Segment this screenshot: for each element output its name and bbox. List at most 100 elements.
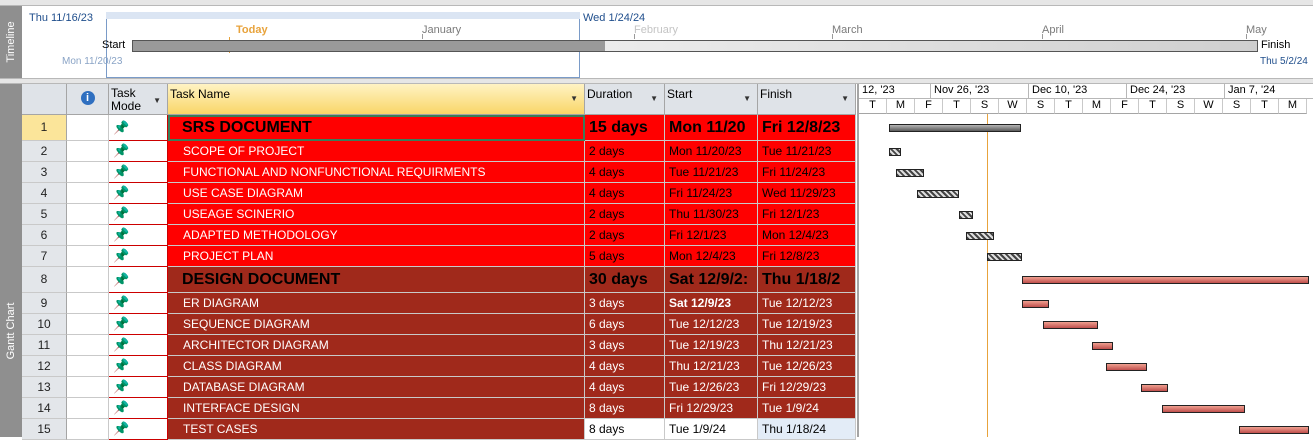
table-row[interactable]: 14 📌 INTERFACE DESIGN 8 days Fri 12/29/23 Tue… [22, 398, 856, 419]
row-number[interactable]: 4 [22, 183, 67, 204]
task-mode-header[interactable]: Task Mode ▼ [109, 84, 168, 115]
task-name-cell[interactable]: USEAGE SCINERIO [168, 204, 585, 225]
gantt-task-bar[interactable] [987, 253, 1022, 261]
task-finish-cell[interactable]: Fri 12/8/23 [758, 115, 856, 141]
gantt-summary-bar[interactable] [889, 124, 1021, 132]
gantt-task-bar[interactable] [1162, 405, 1245, 413]
task-mode-cell[interactable]: 📌 [109, 377, 168, 398]
row-number[interactable]: 7 [22, 246, 67, 267]
gantt-task-bar[interactable] [1239, 426, 1309, 434]
task-mode-cell[interactable]: 📌 [109, 246, 168, 267]
task-name-cell[interactable]: DATABASE DIAGRAM [168, 377, 585, 398]
task-name-cell[interactable]: PROJECT PLAN [168, 246, 585, 267]
indicator-cell[interactable] [67, 377, 109, 398]
gantt-summary-bar[interactable] [1022, 276, 1309, 284]
indicator-cell[interactable] [67, 293, 109, 314]
row-number[interactable]: 13 [22, 377, 67, 398]
table-row[interactable]: 2 📌 SCOPE OF PROJECT 2 days Mon 11/20/23 Tue … [22, 141, 856, 162]
indicator-cell[interactable] [67, 314, 109, 335]
table-row[interactable]: 9 📌 ER DIAGRAM 3 days Sat 12/9/23 Tue 12/12/2… [22, 293, 856, 314]
task-duration-cell[interactable]: 5 days [585, 246, 665, 267]
task-mode-cell[interactable]: 📌 [109, 314, 168, 335]
task-duration-cell[interactable]: 4 days [585, 356, 665, 377]
task-name-cell[interactable]: SCOPE OF PROJECT [168, 141, 585, 162]
indicator-cell[interactable] [67, 398, 109, 419]
gantt-task-bar[interactable] [896, 169, 924, 177]
indicator-cell[interactable] [67, 162, 109, 183]
task-name-cell[interactable]: SRS DOCUMENT [168, 115, 585, 141]
task-start-cell[interactable]: Tue 12/26/23 [665, 377, 758, 398]
task-finish-cell[interactable]: Tue 11/21/23 [758, 141, 856, 162]
task-duration-cell[interactable]: 2 days [585, 141, 665, 162]
table-row[interactable]: 11 📌 ARCHITECTOR DIAGRAM 3 days Tue 12/19/23… [22, 335, 856, 356]
task-duration-cell[interactable]: 15 days [585, 115, 665, 141]
row-number[interactable]: 11 [22, 335, 67, 356]
row-number[interactable]: 1 [22, 115, 67, 141]
task-finish-cell[interactable]: Tue 1/9/24 [758, 398, 856, 419]
task-start-cell[interactable]: Fri 12/29/23 [665, 398, 758, 419]
task-start-cell[interactable]: Tue 11/21/23 [665, 162, 758, 183]
task-start-cell[interactable]: Tue 12/12/23 [665, 314, 758, 335]
task-mode-cell[interactable]: 📌 [109, 335, 168, 356]
row-number[interactable]: 2 [22, 141, 67, 162]
task-start-cell[interactable]: Sat 12/9/23 [665, 293, 758, 314]
view-bar[interactable]: Gantt Chart [0, 84, 22, 437]
gantt-task-bar[interactable] [966, 232, 994, 240]
task-grid[interactable]: i Task Mode ▼ Task Name ▼ Duration ▼ Sta… [22, 84, 856, 440]
task-start-cell[interactable]: Thu 12/21/23 [665, 356, 758, 377]
table-row[interactable]: 10 📌 SEQUENCE DIAGRAM 6 days Tue 12/12/23 Tue… [22, 314, 856, 335]
task-finish-cell[interactable]: Tue 12/26/23 [758, 356, 856, 377]
row-number[interactable]: 6 [22, 225, 67, 246]
gantt-task-bar[interactable] [917, 190, 959, 198]
indicator-cell[interactable] [67, 356, 109, 377]
indicator-cell[interactable] [67, 141, 109, 162]
task-mode-cell[interactable]: 📌 [109, 356, 168, 377]
table-row[interactable]: 3 📌 FUNCTIONAL AND NONFUNCTIONAL REQUIRMEN… [22, 162, 856, 183]
row-number[interactable]: 12 [22, 356, 67, 377]
indicator-cell[interactable] [67, 246, 109, 267]
duration-header[interactable]: Duration ▼ [585, 84, 665, 115]
task-duration-cell[interactable]: 2 days [585, 204, 665, 225]
task-finish-cell[interactable]: Wed 11/29/23 [758, 183, 856, 204]
indicator-cell[interactable] [67, 204, 109, 225]
table-row[interactable]: 5 📌 USEAGE SCINERIO 2 days Thu 11/30/23 Fri 1… [22, 204, 856, 225]
task-start-cell[interactable]: Sat 12/9/2: [665, 267, 758, 293]
task-mode-cell[interactable]: 📌 [109, 267, 168, 293]
task-name-cell[interactable]: ER DIAGRAM [168, 293, 585, 314]
timeline-side-label[interactable]: Timeline [0, 6, 22, 78]
table-row[interactable]: 8 📌 DESIGN DOCUMENT 30 days Sat 12/9/2: Thu 1… [22, 267, 856, 293]
task-finish-cell[interactable]: Thu 12/21/23 [758, 335, 856, 356]
task-name-header[interactable]: Task Name ▼ [168, 84, 585, 115]
task-mode-cell[interactable]: 📌 [109, 204, 168, 225]
task-name-cell[interactable]: INTERFACE DESIGN [168, 398, 585, 419]
task-finish-cell[interactable]: Mon 12/4/23 [758, 225, 856, 246]
task-finish-cell[interactable]: Thu 1/18/2 [758, 267, 856, 293]
start-header[interactable]: Start ▼ [665, 84, 758, 115]
table-row[interactable]: 1 📌 SRS DOCUMENT 15 days Mon 11/20 Fri 12/8/2… [22, 115, 856, 141]
task-duration-cell[interactable]: 30 days [585, 267, 665, 293]
task-mode-cell[interactable]: 📌 [109, 162, 168, 183]
table-row[interactable]: 4 📌 USE CASE DIAGRAM 4 days Fri 11/24/23 Wed … [22, 183, 856, 204]
task-duration-cell[interactable]: 3 days [585, 293, 665, 314]
task-finish-cell[interactable]: Fri 12/1/23 [758, 204, 856, 225]
row-number[interactable]: 9 [22, 293, 67, 314]
table-row[interactable]: 7 📌 PROJECT PLAN 5 days Mon 12/4/23 Fri 12/8/… [22, 246, 856, 267]
task-mode-cell[interactable]: 📌 [109, 141, 168, 162]
task-name-cell[interactable]: CLASS DIAGRAM [168, 356, 585, 377]
timeline-project-bar[interactable] [132, 40, 1258, 52]
task-name-cell[interactable]: ARCHITECTOR DIAGRAM [168, 335, 585, 356]
task-name-cell[interactable]: ADAPTED METHODOLOGY [168, 225, 585, 246]
chevron-down-icon[interactable]: ▼ [841, 94, 849, 103]
task-start-cell[interactable]: Mon 11/20 [665, 115, 758, 141]
task-start-cell[interactable]: Tue 12/19/23 [665, 335, 758, 356]
gantt-task-bar[interactable] [959, 211, 973, 219]
task-duration-cell[interactable]: 4 days [585, 183, 665, 204]
task-name-cell[interactable]: FUNCTIONAL AND NONFUNCTIONAL REQUIRMENTS [168, 162, 585, 183]
row-number[interactable]: 8 [22, 267, 67, 293]
task-finish-cell[interactable]: Tue 12/12/23 [758, 293, 856, 314]
table-row[interactable]: 12 📌 CLASS DIAGRAM 4 days Thu 12/21/23 Tue 12… [22, 356, 856, 377]
gantt-task-bar[interactable] [1092, 342, 1113, 350]
gantt-task-bar[interactable] [1022, 300, 1049, 308]
task-duration-cell[interactable]: 8 days [585, 398, 665, 419]
indicator-cell[interactable] [67, 335, 109, 356]
